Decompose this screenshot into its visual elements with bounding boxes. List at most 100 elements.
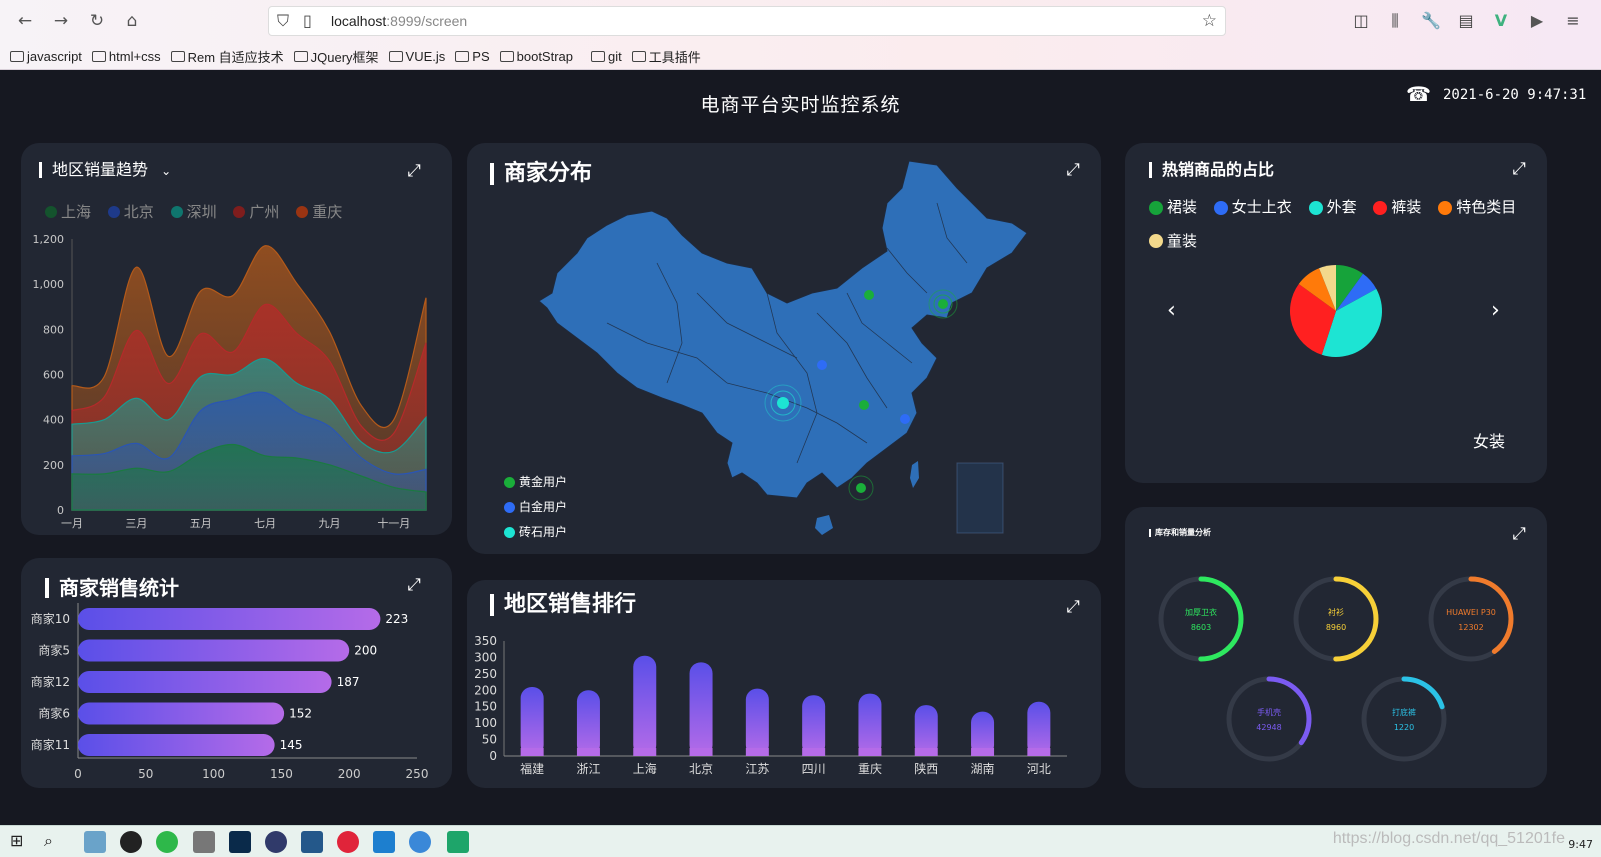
calculator-icon[interactable]: [193, 831, 215, 853]
windows-start-icon[interactable]: ⊞: [10, 831, 32, 853]
qq-icon[interactable]: [120, 831, 142, 853]
menu-icon[interactable]: ≡: [1562, 10, 1584, 32]
bookmark-label: VUE.js: [405, 48, 446, 64]
wechat-icon[interactable]: [156, 831, 178, 853]
back-icon[interactable]: ←: [14, 10, 36, 32]
bar-base: [971, 748, 995, 756]
legend-item[interactable]: 白金用户: [504, 496, 567, 519]
x-tick-label: 九月: [318, 517, 340, 530]
bookmark-bootstrap[interactable]: bootStrap: [499, 46, 573, 66]
point-gold[interactable]: [864, 290, 874, 300]
app-icon[interactable]: [84, 831, 106, 853]
bar-value-label: 200: [354, 644, 377, 658]
point-platinum[interactable]: [900, 414, 910, 424]
reload-icon[interactable]: ↻: [86, 10, 108, 32]
theme-toggle-icon[interactable]: ☎: [1406, 82, 1434, 106]
bar[interactable]: [858, 693, 882, 756]
firefox-icon[interactable]: [409, 831, 431, 853]
editor-icon[interactable]: [447, 831, 469, 853]
point-gold[interactable]: [938, 299, 948, 309]
map-legend: 黄金用户 白金用户 砖石用户: [504, 471, 579, 546]
x-tick-label: 四川: [802, 762, 826, 776]
bar-base: [633, 748, 657, 756]
url-text[interactable]: localhost:8999/screen: [331, 13, 467, 29]
y-tick-label: 1,000: [33, 278, 65, 291]
folder-icon: [388, 50, 403, 62]
wrench-icon[interactable]: 🔧: [1420, 10, 1442, 32]
bar-base: [576, 748, 600, 756]
ring-value: 12302: [1458, 623, 1483, 632]
x-tick-label: 50: [138, 767, 153, 781]
pocket-icon[interactable]: ◫: [1350, 10, 1372, 32]
ring-label: 加厚卫衣: [1185, 607, 1217, 617]
photo-icon[interactable]: [301, 831, 323, 853]
dashboard-screen: 电商平台实时监控系统 ☎ 2021-6-20 9:47:31 地区销量趋势 ⌄ …: [0, 70, 1601, 825]
y-tick-label: 0: [57, 504, 64, 517]
point-gold[interactable]: [859, 400, 869, 410]
search-icon[interactable]: ⌕: [44, 831, 66, 853]
point-platinum[interactable]: [817, 360, 827, 370]
library-icon[interactable]: ⫼: [1384, 10, 1406, 32]
bar[interactable]: [78, 702, 285, 725]
x-tick-label: 十一月: [377, 516, 410, 530]
bar[interactable]: [520, 687, 544, 756]
legend-item[interactable]: 黄金用户: [504, 471, 567, 494]
folder-icon: [591, 50, 605, 62]
ring-value: 1220: [1394, 723, 1414, 732]
x-tick-label: 250: [406, 767, 429, 781]
bookmark-javascript[interactable]: javascript: [10, 46, 82, 66]
point-gold[interactable]: [856, 483, 866, 493]
music-icon[interactable]: [337, 831, 359, 853]
bookmark-tools[interactable]: 工具插件: [631, 46, 701, 66]
seller-sales-panel: 商家销售统计 ⤢ 商家10 223 商家5 200 商家12 187 商家6 152 商家11 1…: [21, 558, 452, 788]
bookmark-html-css[interactable]: html+css: [91, 46, 161, 66]
play-icon[interactable]: ▶: [1526, 10, 1548, 32]
ring-label: 打底裤: [1392, 707, 1416, 717]
bookmark-vue[interactable]: VUE.js: [388, 46, 446, 66]
ring-value: 42948: [1256, 723, 1281, 732]
bar[interactable]: [78, 734, 275, 756]
shield-icon[interactable]: ⛉: [277, 11, 289, 31]
bar[interactable]: [745, 688, 769, 756]
page-icon[interactable]: ▯: [303, 11, 312, 30]
reader-icon[interactable]: ▤: [1455, 10, 1477, 32]
bar-base: [802, 748, 826, 756]
star-icon[interactable]: ☆: [1202, 11, 1217, 31]
stock-panel: 库存和销量分析 ⤢ 加厚卫衣 8603 衬衫 8960 HUAWEI P30 12302 手…: [1125, 507, 1547, 788]
y-tick-label: 250: [474, 667, 497, 681]
bar[interactable]: [78, 608, 381, 630]
eclipse-icon[interactable]: [265, 831, 287, 853]
bar[interactable]: [576, 690, 600, 756]
bar[interactable]: [1027, 701, 1051, 756]
ring-label: HUAWEI P30: [1446, 608, 1496, 617]
bar[interactable]: [802, 695, 826, 756]
bookmark-git[interactable]: git: [591, 46, 622, 66]
y-tick-label: 100: [474, 716, 497, 730]
bar-value-label: 223: [385, 612, 408, 626]
y-tick-label: 商家5: [38, 643, 70, 658]
point-diamond[interactable]: [777, 397, 789, 409]
forward-icon[interactable]: →: [50, 10, 72, 32]
watermark: https://blog.csdn.net/qq_51201fe: [1332, 830, 1565, 847]
legend-dot: [504, 502, 515, 513]
bookmark-ps[interactable]: PS: [455, 46, 490, 66]
bar[interactable]: [689, 662, 713, 756]
bar[interactable]: [78, 671, 332, 693]
photoshop-icon[interactable]: [229, 831, 251, 853]
bar-value-label: 145: [280, 738, 303, 752]
bookmark-rem[interactable]: Rem 自适应技术: [170, 46, 284, 66]
bookmark-label: html+css: [108, 48, 161, 64]
bookmark-jquery[interactable]: JQuery框架: [293, 46, 379, 66]
y-tick-label: 商家10: [31, 611, 70, 626]
y-tick-label: 商家6: [38, 706, 70, 721]
y-tick-label: 1,200: [33, 233, 65, 246]
bookmark-label: Rem 自适应技术: [187, 49, 284, 65]
bar[interactable]: [78, 639, 350, 662]
folder-icon: [170, 50, 185, 62]
legend-item[interactable]: 砖石用户: [504, 521, 567, 544]
vue-devtools-icon[interactable]: V: [1490, 10, 1512, 32]
vscode-icon[interactable]: [373, 831, 395, 853]
bar[interactable]: [633, 655, 657, 756]
home-icon[interactable]: ⌂: [121, 10, 143, 32]
address-bar[interactable]: ⛉ ▯ localhost:8999/screen ☆: [268, 6, 1226, 36]
